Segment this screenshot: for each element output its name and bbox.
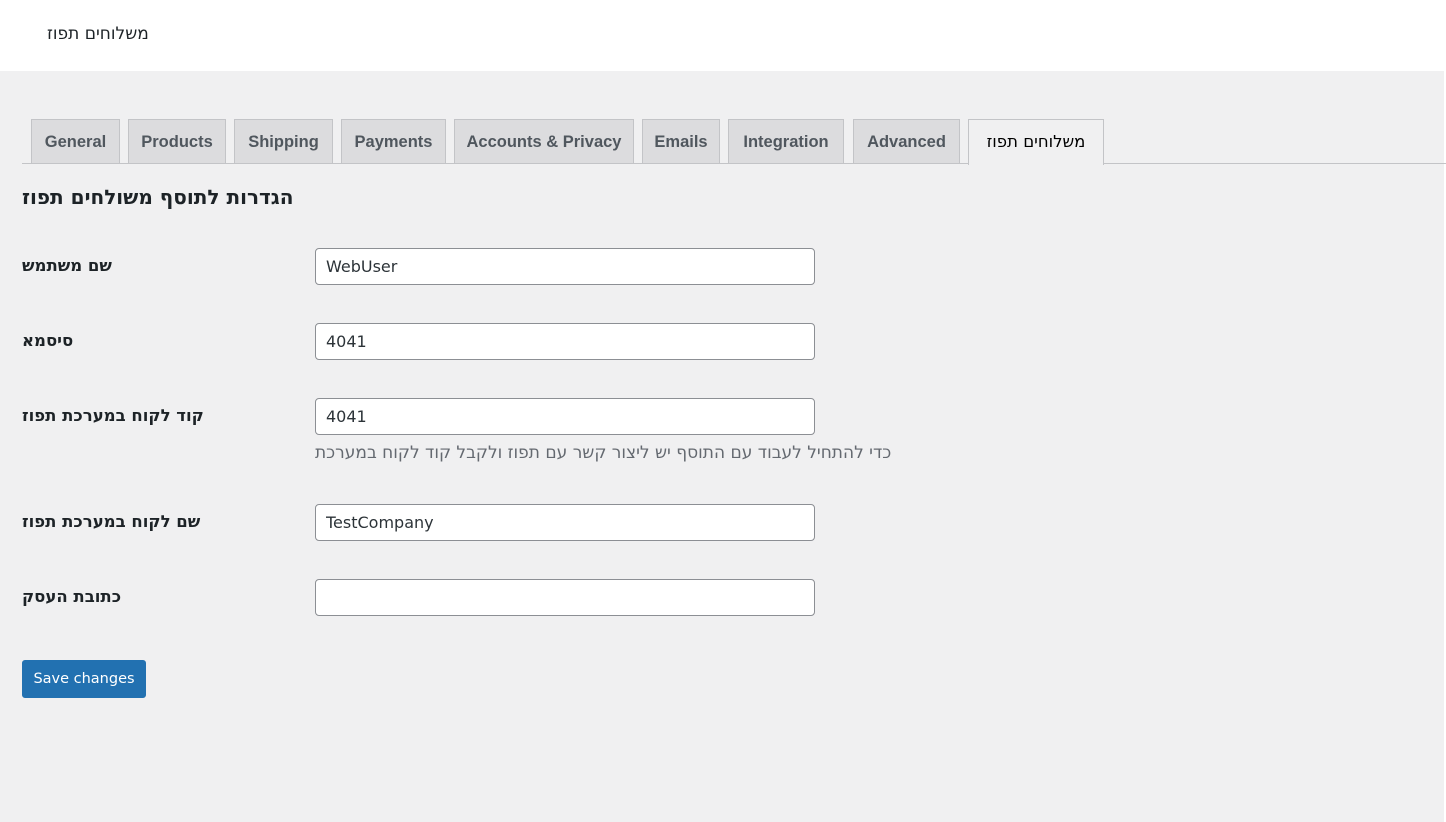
tab-general[interactable]: General xyxy=(31,119,120,163)
top-header-bar: משלוחים תפוז xyxy=(0,0,1446,71)
tab-tapuz-shipping[interactable]: משלוחים תפוז xyxy=(968,119,1104,165)
tab-shipping[interactable]: Shipping xyxy=(234,119,333,163)
business-address-input[interactable] xyxy=(315,579,815,616)
save-changes-button[interactable]: Save changes xyxy=(22,660,146,698)
settings-tabs: General Products Shipping Payments Accou… xyxy=(22,118,1446,165)
customer-code-input[interactable] xyxy=(315,398,815,435)
password-input[interactable] xyxy=(315,323,815,360)
tab-accounts-privacy[interactable]: Accounts & Privacy xyxy=(454,119,634,163)
tab-advanced[interactable]: Advanced xyxy=(853,119,960,163)
username-input[interactable] xyxy=(315,248,815,285)
tab-integration[interactable]: Integration xyxy=(728,119,844,163)
password-label: סיסמא xyxy=(22,331,74,350)
business-address-label: כתובת העסק xyxy=(22,587,122,606)
customer-name-label: שם לקוח במערכת תפוז xyxy=(22,512,201,531)
tab-payments[interactable]: Payments xyxy=(341,119,446,163)
username-label: שם משתמש xyxy=(22,256,112,275)
section-title: הגדרות לתוסף משולחים תפוז xyxy=(22,185,294,209)
page-header-title: משלוחים תפוז xyxy=(47,24,149,44)
tab-products[interactable]: Products xyxy=(128,119,226,163)
customer-name-input[interactable] xyxy=(315,504,815,541)
tab-emails[interactable]: Emails xyxy=(642,119,720,163)
customer-code-label: קוד לקוח במערכת תפוז xyxy=(22,406,204,425)
customer-code-description: כדי להתחיל לעבוד עם התוסף יש ליצור קשר ע… xyxy=(315,443,892,463)
